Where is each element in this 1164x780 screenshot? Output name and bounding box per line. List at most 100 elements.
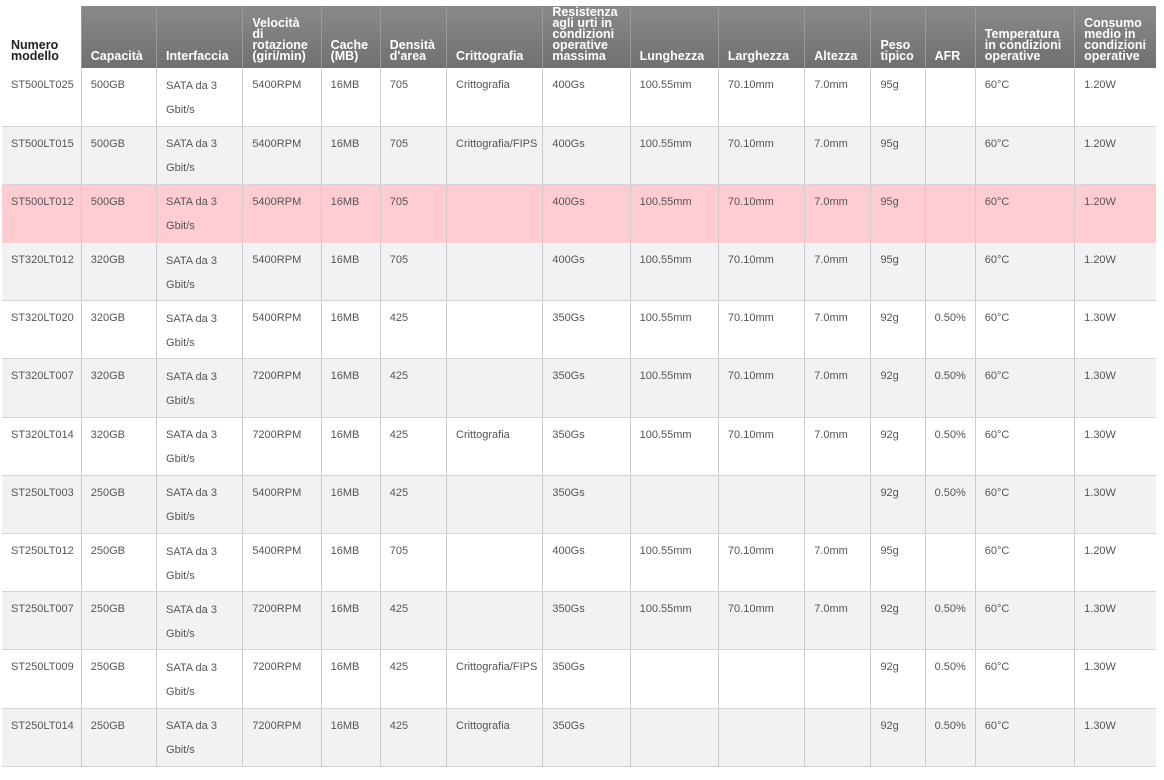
col-header-model[interactable]: Numero modello — [2, 6, 82, 68]
cell-text: 320GB — [90, 312, 126, 325]
table-row[interactable]: ST320LT014 320GB SATA da 3 Gbit/s 7200RPM 16… — [2, 417, 1156, 476]
cell-text: 92g — [880, 486, 899, 499]
table-row[interactable]: ST250LT003 250GB SATA da 3 Gbit/s 5400RPM 16… — [2, 475, 1156, 535]
cell-text: 92g — [880, 661, 899, 674]
cell-width: 70.10mm — [717, 591, 805, 651]
cell-text: 60°C — [984, 603, 1010, 616]
cell-text: 350Gs — [552, 370, 585, 383]
cell-model: ST320LT012 — [2, 242, 82, 302]
cell-encryption — [445, 475, 543, 535]
cell-text: 92g — [880, 428, 899, 441]
cell-interface: SATA da 3 Gbit/s — [156, 68, 243, 127]
col-header-density[interactable]: Densità d'area — [379, 6, 447, 68]
cell-temperature: 60°C — [974, 300, 1075, 360]
cell-text: 425 — [389, 312, 409, 325]
cell-text: 5400RPM — [252, 137, 302, 150]
table-row[interactable]: ST500LT025 500GB SATA da 3 Gbit/s 5400RPM 16… — [2, 68, 1156, 127]
table-row[interactable]: ST250LT007 250GB SATA da 3 Gbit/s 7200RPM 16… — [2, 591, 1156, 651]
cell-text: 7.0mm — [814, 79, 848, 91]
col-header-capacity[interactable]: Capacità — [80, 6, 157, 68]
cell-text: 95g — [880, 137, 899, 150]
cell-text: 1.30W — [1084, 428, 1116, 441]
cell-text: 705 — [389, 254, 409, 267]
table-row[interactable]: ST320LT007 320GB SATA da 3 Gbit/s 7200RPM 16… — [2, 358, 1156, 418]
cell-text: 250GB — [90, 661, 126, 674]
cell-text: SATA da 3 Gbit/s — [166, 254, 217, 291]
cell-text: 70.10mm — [727, 428, 774, 441]
col-header-width[interactable]: Larghezza — [717, 6, 805, 68]
cell-power: 1.20W — [1074, 68, 1156, 127]
table-row[interactable]: ST250LT014 250GB SATA da 3 Gbit/s 7200RPM 16… — [2, 708, 1156, 767]
col-header-temperature[interactable]: Temperatura in condizioni operative — [974, 6, 1075, 68]
cell-text: 60°C — [984, 312, 1010, 325]
cell-width — [717, 708, 805, 767]
cell-text: 500GB — [90, 79, 126, 91]
cell-text: 16MB — [330, 195, 360, 208]
cell-text: 16MB — [330, 428, 360, 441]
cell-length: 100.55mm — [629, 126, 719, 185]
table-body: ST500LT025 500GB SATA da 3 Gbit/s 5400RPM 16… — [2, 68, 1156, 767]
cell-length — [629, 475, 719, 535]
cell-interface: SATA da 3 Gbit/s — [156, 184, 243, 244]
cell-text: 7200RPM — [252, 719, 302, 732]
cell-text: ST320LT014 — [11, 428, 74, 441]
cell-weight: 95g — [870, 533, 926, 593]
cell-text: 70.10mm — [727, 79, 774, 91]
cell-power: 1.30W — [1074, 358, 1156, 418]
cell-text: Crittografia — [456, 719, 510, 732]
cell-text: 0.50% — [934, 428, 966, 441]
cell-shock: 400Gs — [542, 126, 631, 185]
col-header-interface[interactable]: Interfaccia — [156, 6, 243, 68]
cell-text: 5400RPM — [252, 195, 302, 208]
cell-length: 100.55mm — [629, 184, 719, 244]
cell-text: SATA da 3 Gbit/s — [166, 661, 217, 698]
cell-width: 70.10mm — [717, 126, 805, 185]
cell-interface: SATA da 3 Gbit/s — [156, 649, 243, 709]
cell-width — [717, 475, 805, 535]
col-header-afr[interactable]: AFR — [924, 6, 976, 68]
cell-power: 1.30W — [1074, 300, 1156, 360]
cell-afr: 0.50% — [924, 649, 976, 709]
cell-weight: 95g — [870, 242, 926, 302]
cell-capacity: 250GB — [80, 533, 157, 593]
cell-width: 70.10mm — [717, 417, 805, 476]
cell-text: 320GB — [90, 254, 126, 267]
cell-model: ST250LT003 — [2, 475, 82, 535]
table-row[interactable]: ST320LT012 320GB SATA da 3 Gbit/s 5400RPM 16… — [2, 242, 1156, 302]
cell-capacity: 250GB — [80, 591, 157, 651]
cell-cache: 16MB — [320, 68, 381, 127]
cell-text: Crittografia — [456, 428, 510, 441]
cell-encryption: Crittografia — [445, 417, 543, 476]
table-row[interactable]: ST250LT012 250GB SATA da 3 Gbit/s 5400RPM 16… — [2, 533, 1156, 593]
col-header-shock[interactable]: Resistenza agli urti in condizioni opera… — [542, 6, 631, 68]
cell-text: 7.0mm — [814, 370, 848, 383]
table-row[interactable]: ST500LT012 500GB SATA da 3 Gbit/s 5400RPM 16… — [2, 184, 1156, 244]
cell-text: 16MB — [330, 137, 360, 150]
cell-text: 1.30W — [1084, 603, 1116, 616]
cell-shock: 350Gs — [542, 708, 631, 767]
cell-text: 100.55mm — [639, 312, 692, 325]
col-header-length[interactable]: Lunghezza — [629, 6, 719, 68]
table-row[interactable]: ST250LT009 250GB SATA da 3 Gbit/s 7200RPM 16… — [2, 649, 1156, 709]
table-row[interactable]: ST320LT020 320GB SATA da 3 Gbit/s 5400RPM 16… — [2, 300, 1156, 360]
col-header-encryption[interactable]: Crittografia — [445, 6, 543, 68]
cell-text: 60°C — [984, 545, 1010, 557]
cell-text: 70.10mm — [727, 312, 774, 325]
cell-text: 95g — [880, 195, 899, 208]
cell-power: 1.20W — [1074, 126, 1156, 185]
cell-text: ST250LT003 — [11, 486, 74, 499]
col-header-rpm[interactable]: Velocità di rotazione (giri/min) — [242, 6, 322, 68]
cell-afr — [924, 68, 976, 127]
table-row[interactable]: ST500LT015 500GB SATA da 3 Gbit/s 5400RPM 16… — [2, 126, 1156, 185]
cell-afr: 0.50% — [924, 591, 976, 651]
col-header-height[interactable]: Altezza — [804, 6, 871, 68]
col-header-power[interactable]: Consumo medio in condizioni operative — [1074, 6, 1156, 68]
col-header-weight[interactable]: Peso tipico — [870, 6, 926, 68]
cell-text: 0.50% — [934, 312, 966, 325]
cell-temperature: 60°C — [974, 68, 1075, 127]
cell-rpm: 5400RPM — [242, 242, 322, 302]
cell-weight: 92g — [870, 300, 926, 360]
col-header-cache[interactable]: Cache (MB) — [320, 6, 381, 68]
cell-text: 92g — [880, 719, 899, 732]
cell-length: 100.55mm — [629, 417, 719, 476]
